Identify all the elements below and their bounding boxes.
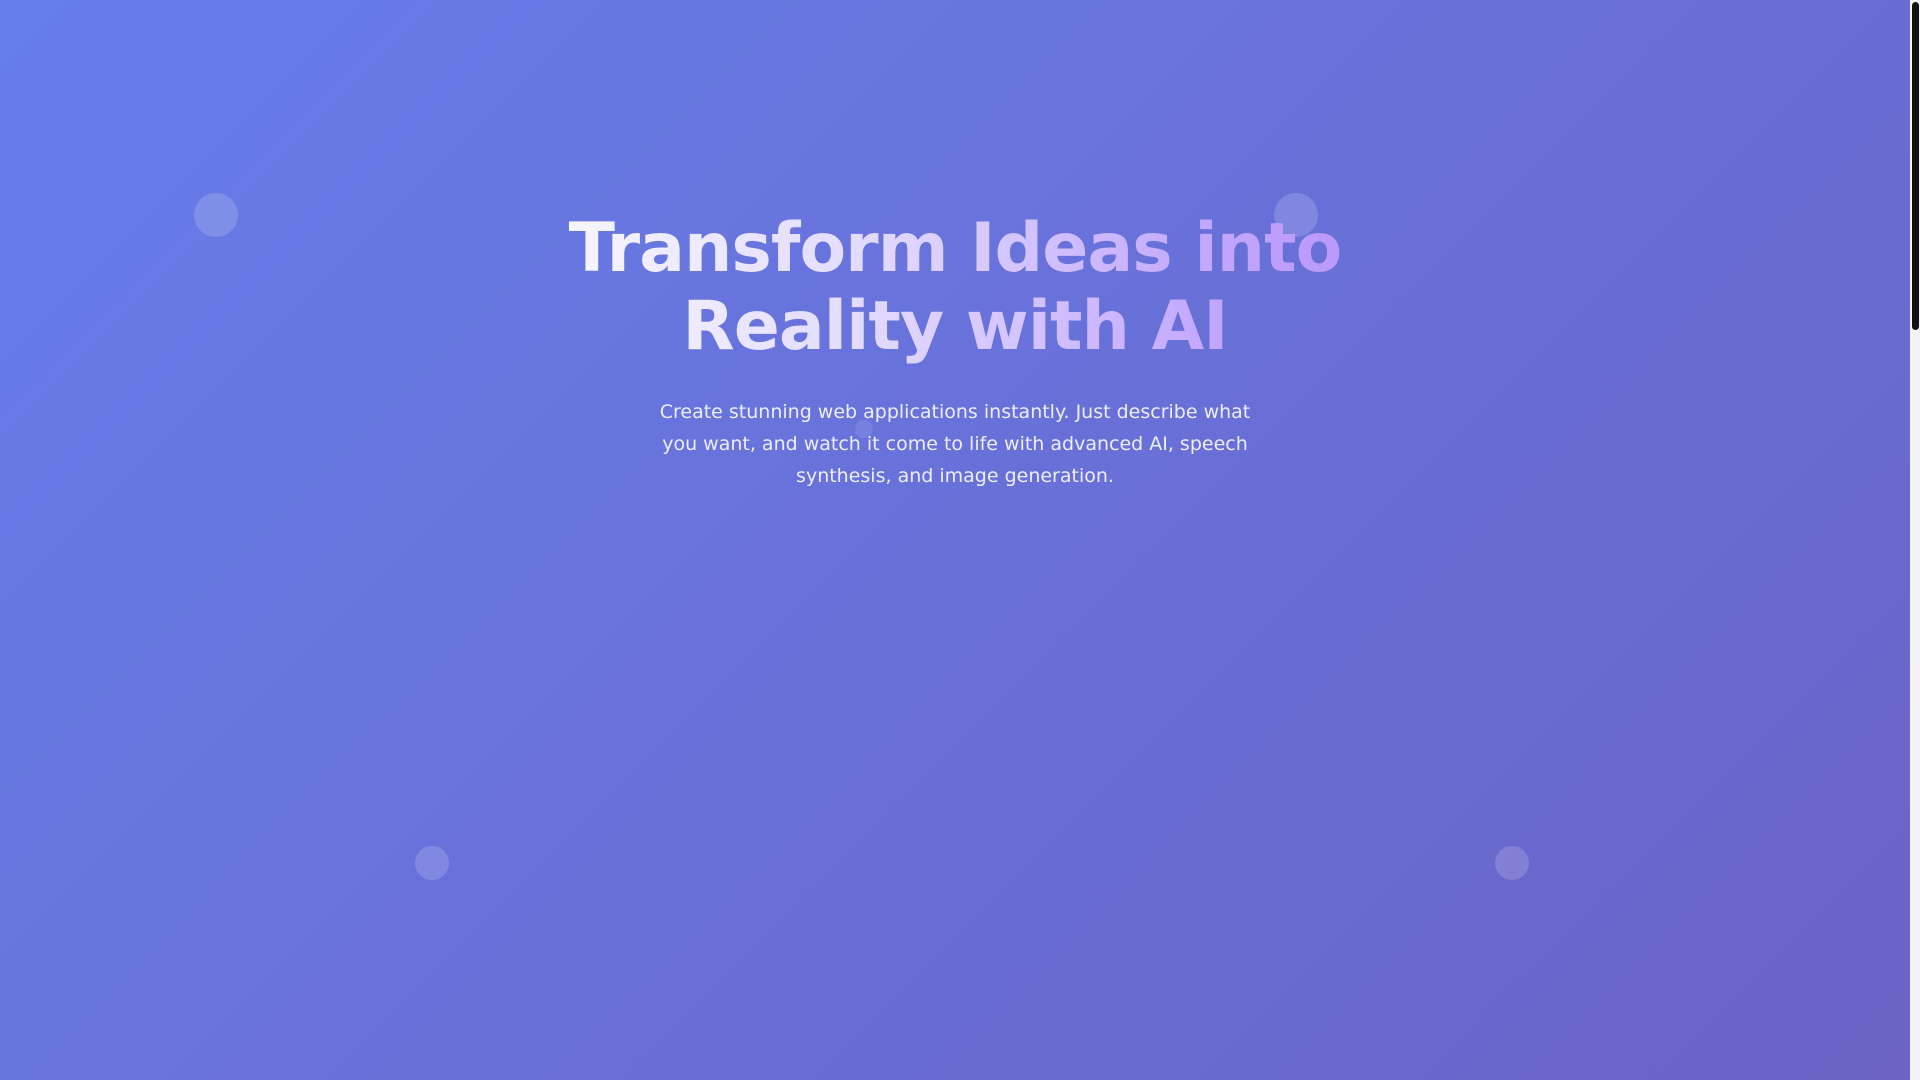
hero-subtitle: Create stunning web applications instant… — [659, 401, 1251, 487]
decorative-circle — [415, 846, 449, 880]
hero-section: Transform Ideas into Reality with AI Cre… — [0, 210, 1910, 492]
vertical-scrollbar[interactable] — [1910, 0, 1920, 1080]
decorative-circle — [1495, 846, 1529, 880]
hero-title: Transform Ideas into Reality with AI — [455, 210, 1455, 366]
scrollbar-thumb[interactable] — [1912, 2, 1919, 330]
landing-page: Transform Ideas into Reality with AI Cre… — [0, 0, 1910, 1080]
